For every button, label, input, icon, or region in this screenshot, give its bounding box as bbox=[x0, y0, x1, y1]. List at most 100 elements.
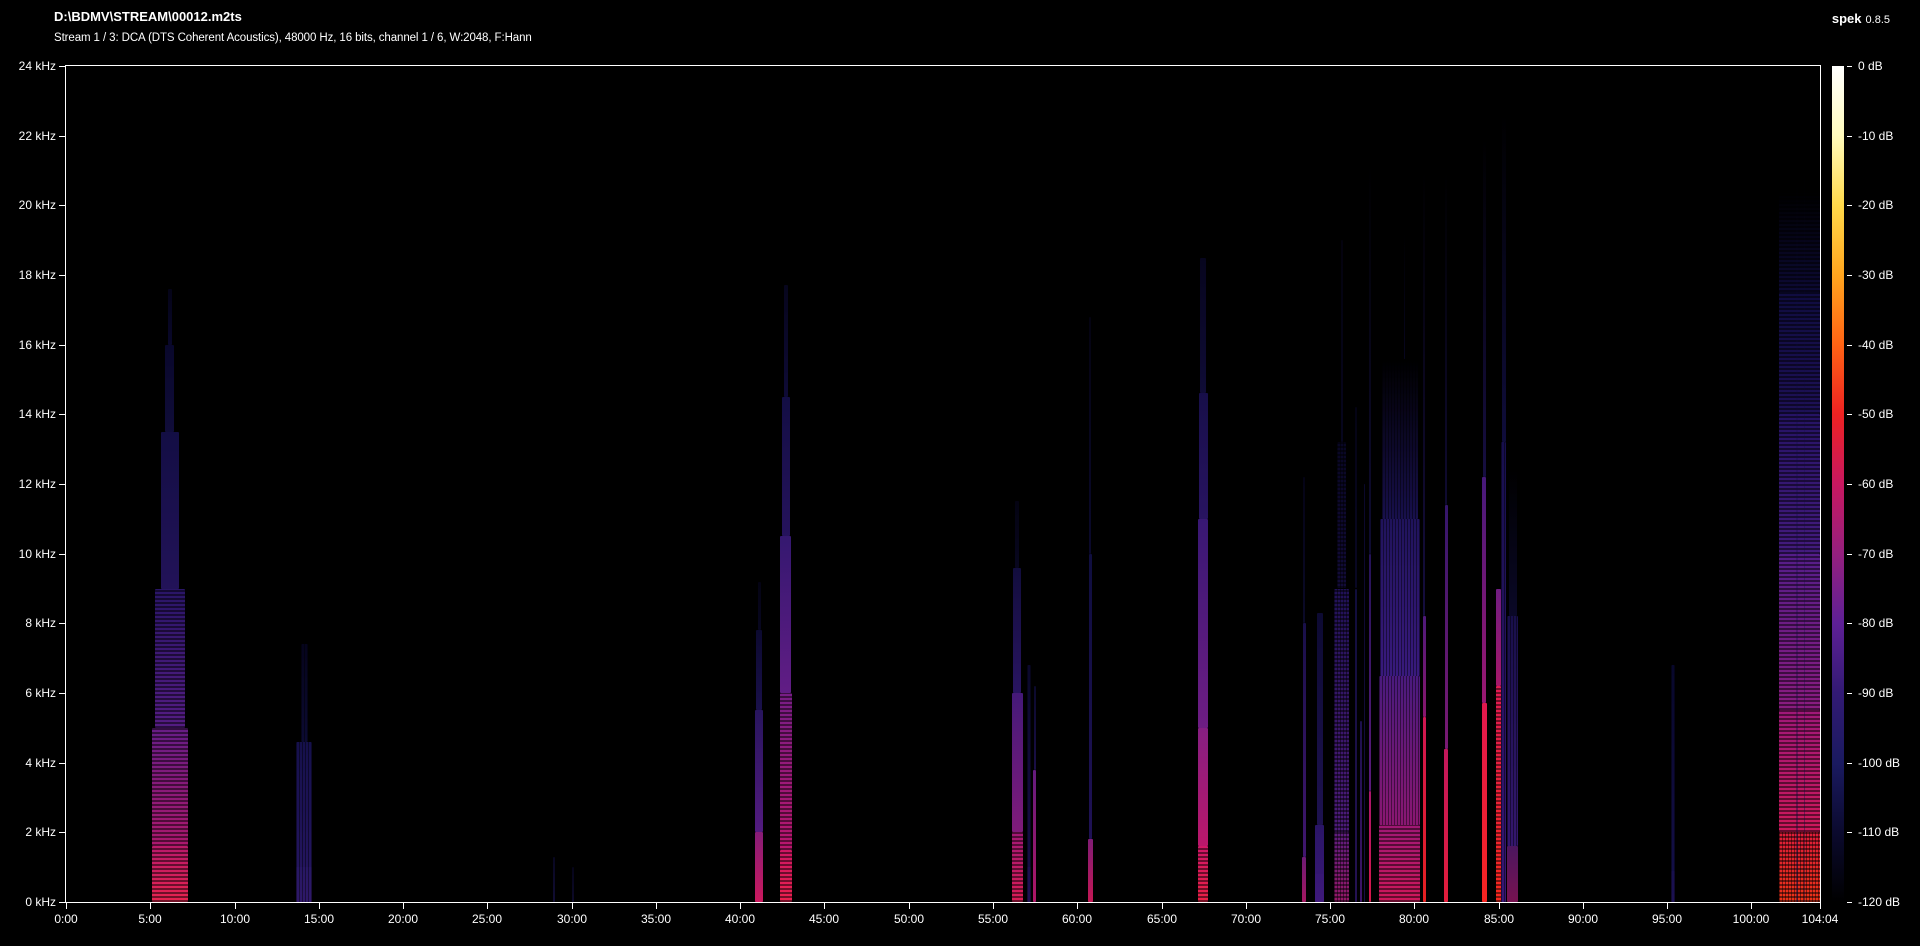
spectrogram-event bbox=[1779, 414, 1820, 553]
spectrogram-event bbox=[1379, 825, 1420, 902]
spectrogram-event bbox=[1034, 686, 1036, 770]
spectrogram-event bbox=[784, 285, 788, 396]
time-tick bbox=[909, 903, 910, 909]
spectrogram-event bbox=[1200, 258, 1206, 394]
time-tick-label: 15:00 bbox=[274, 912, 364, 926]
spectrogram-event bbox=[1482, 477, 1486, 703]
spectrogram-event bbox=[301, 644, 308, 742]
spectrogram-event bbox=[1444, 749, 1448, 902]
spectrogram-event bbox=[168, 289, 172, 345]
frequency-tick-label: 4 kHz bbox=[0, 756, 56, 770]
spectrogram-event bbox=[1303, 623, 1306, 856]
spectrogram-event bbox=[1027, 665, 1031, 902]
spectrogram-event bbox=[1423, 717, 1427, 902]
time-tick-label: 30:00 bbox=[527, 912, 617, 926]
time-tick-label: 50:00 bbox=[864, 912, 954, 926]
frequency-tick bbox=[59, 623, 66, 624]
spectrogram-event bbox=[1198, 519, 1208, 728]
spectrogram-plot[interactable] bbox=[65, 65, 1821, 903]
db-tick bbox=[1847, 205, 1852, 206]
db-tick-label: -70 dB bbox=[1858, 547, 1893, 561]
db-tick-label: -50 dB bbox=[1858, 407, 1893, 421]
spectrogram-event bbox=[1779, 710, 1820, 832]
time-tick-label: 25:00 bbox=[442, 912, 532, 926]
db-tick-label: -10 dB bbox=[1858, 129, 1893, 143]
time-tick bbox=[993, 903, 994, 909]
time-tick bbox=[824, 903, 825, 909]
time-tick bbox=[66, 903, 67, 909]
time-tick-label: 90:00 bbox=[1538, 912, 1628, 926]
db-tick-label: -40 dB bbox=[1858, 338, 1893, 352]
spectrogram-event bbox=[1088, 839, 1093, 902]
colorbar bbox=[1832, 66, 1844, 902]
frequency-tick-label: 20 kHz bbox=[0, 198, 56, 212]
spectrogram-event bbox=[572, 867, 574, 902]
time-tick bbox=[1077, 903, 1078, 909]
db-tick bbox=[1847, 484, 1852, 485]
time-tick-label: 60:00 bbox=[1032, 912, 1122, 926]
db-tick-label: -110 dB bbox=[1858, 825, 1899, 839]
frequency-tick bbox=[59, 763, 66, 764]
time-tick-label: 85:00 bbox=[1454, 912, 1544, 926]
time-tick bbox=[1751, 903, 1752, 909]
frequency-tick bbox=[59, 205, 66, 206]
db-tick bbox=[1847, 623, 1852, 624]
time-tick bbox=[1246, 903, 1247, 909]
db-tick bbox=[1847, 275, 1852, 276]
time-tick-label: 40:00 bbox=[695, 912, 785, 926]
db-tick bbox=[1847, 414, 1852, 415]
spectrogram-event bbox=[1369, 791, 1372, 902]
spectrogram-event bbox=[1302, 857, 1306, 902]
spectrogram-event bbox=[165, 345, 174, 432]
spectrogram-event bbox=[1445, 171, 1447, 505]
frequency-tick bbox=[59, 693, 66, 694]
db-tick bbox=[1847, 902, 1852, 903]
spectrogram-event bbox=[152, 846, 188, 902]
time-tick bbox=[1414, 903, 1415, 909]
spectrogram-event bbox=[1509, 470, 1517, 616]
spectrogram-event bbox=[1198, 846, 1208, 902]
spectrogram-event bbox=[1483, 139, 1486, 477]
spectrogram-event bbox=[1315, 825, 1323, 902]
time-tick-label: 75:00 bbox=[1285, 912, 1375, 926]
time-tick bbox=[1499, 903, 1500, 909]
time-tick bbox=[235, 903, 236, 909]
spectrogram-event bbox=[755, 710, 763, 832]
time-tick bbox=[1162, 903, 1163, 909]
spectrogram-event bbox=[1779, 292, 1820, 414]
spectrogram-event bbox=[553, 857, 556, 902]
db-tick-label: -80 dB bbox=[1858, 616, 1893, 630]
frequency-tick-label: 10 kHz bbox=[0, 547, 56, 561]
spectrogram-event bbox=[1779, 191, 1820, 292]
spectrogram-event bbox=[1445, 505, 1448, 749]
spectrogram-event bbox=[780, 850, 792, 902]
time-tick-label: 45:00 bbox=[779, 912, 869, 926]
frequency-tick bbox=[59, 484, 66, 485]
spectrogram-event bbox=[161, 432, 179, 589]
spectrogram-event bbox=[1198, 728, 1208, 846]
frequency-tick-label: 18 kHz bbox=[0, 268, 56, 282]
time-tick bbox=[656, 903, 657, 909]
frequency-tick bbox=[59, 902, 66, 903]
spectrogram-event bbox=[1355, 589, 1357, 903]
spectrogram-event bbox=[1012, 832, 1023, 902]
db-tick bbox=[1847, 554, 1852, 555]
spectrogram-event bbox=[1089, 317, 1091, 554]
db-tick bbox=[1847, 136, 1852, 137]
db-tick bbox=[1847, 345, 1852, 346]
spectrogram-event bbox=[1404, 233, 1405, 358]
app-name: spek bbox=[1832, 11, 1862, 26]
spectrogram-event bbox=[1355, 407, 1357, 588]
spectrogram-event bbox=[780, 693, 792, 850]
time-tick bbox=[487, 903, 488, 909]
spectrogram-event bbox=[1382, 359, 1418, 519]
spectrogram-event bbox=[155, 589, 185, 728]
db-tick-label: -20 dB bbox=[1858, 198, 1893, 212]
time-tick-label: 20:00 bbox=[358, 912, 448, 926]
time-tick bbox=[1330, 903, 1331, 909]
frequency-tick-label: 14 kHz bbox=[0, 407, 56, 421]
spectrogram-event bbox=[1671, 665, 1675, 902]
frequency-tick bbox=[59, 275, 66, 276]
app-version: 0.8.5 bbox=[1866, 14, 1890, 26]
frequency-tick-label: 12 kHz bbox=[0, 477, 56, 491]
